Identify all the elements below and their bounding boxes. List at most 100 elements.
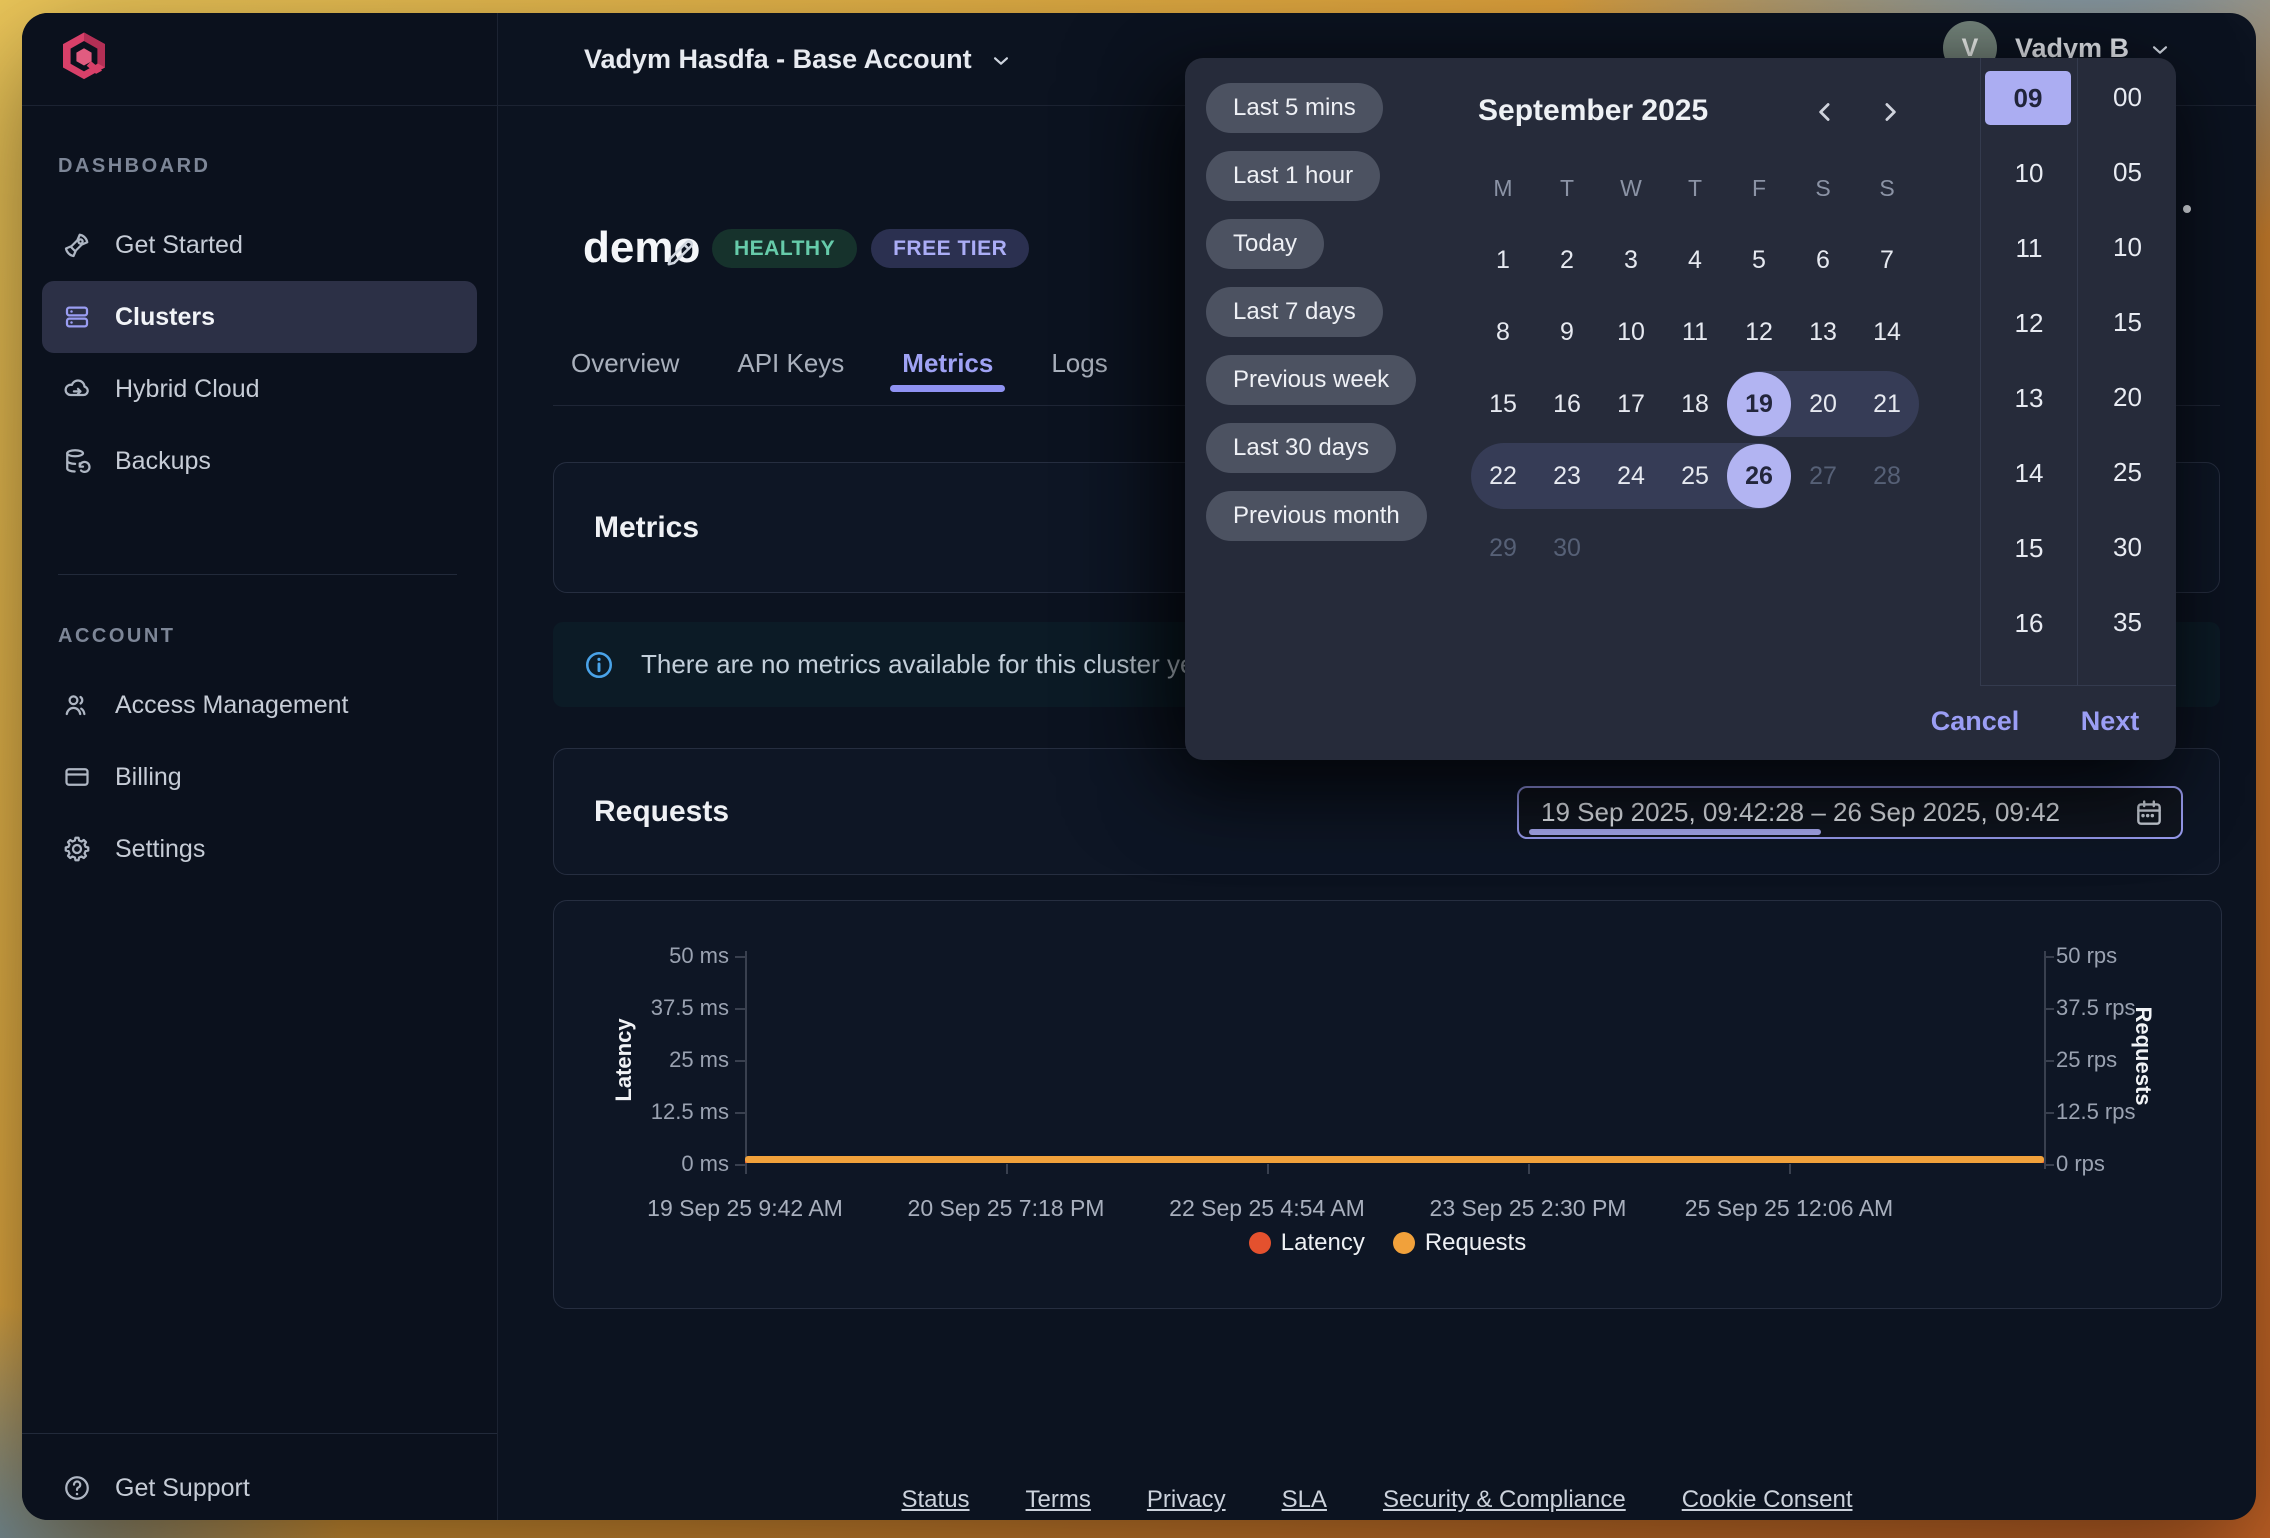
left-axis-line [745,951,747,1169]
calendar-day-1[interactable]: 1 [1471,228,1535,292]
calendar-day-15[interactable]: 15 [1471,372,1535,436]
weekday-label: T [1535,175,1599,202]
calendar-day-30[interactable]: 30 [1535,516,1599,580]
calendar-day-12[interactable]: 12 [1727,300,1791,364]
quick-range-last-5-mins[interactable]: Last 5 mins [1206,83,1383,133]
sidebar-item-settings[interactable]: Settings [42,813,477,885]
hour-option-09[interactable]: 09 [1985,71,2071,125]
calendar-day-4[interactable]: 4 [1663,228,1727,292]
tab-api-keys[interactable]: API Keys [737,348,844,379]
hour-option-14[interactable]: 14 [1981,446,2077,500]
sidebar-item-get-started[interactable]: Get Started [42,209,477,281]
chevron-down-icon [988,48,1014,74]
y-left-tick [735,1164,745,1166]
y-right-tick [2044,1112,2054,1114]
account-switcher[interactable]: Vadym Hasdfa - Base Account [584,13,1014,105]
quick-range-previous-week[interactable]: Previous week [1206,355,1416,405]
hybrid-cloud-icon [62,374,92,404]
y-right-axis-title: Requests [2130,986,2156,1126]
minute-option-20[interactable]: 20 [2078,370,2176,424]
calendar-day-21[interactable]: 21 [1855,372,1919,436]
alert-text: There are no metrics available for this … [641,649,1202,680]
minute-option-00[interactable]: 00 [2078,70,2176,124]
calendar-day-6[interactable]: 6 [1791,228,1855,292]
calendar-day-9[interactable]: 9 [1535,300,1599,364]
calendar-day-8[interactable]: 8 [1471,300,1535,364]
hour-option-11[interactable]: 11 [1981,221,2077,275]
sidebar-item-access-management[interactable]: Access Management [42,669,477,741]
calendar-day-26[interactable]: 26 [1727,444,1791,508]
sidebar-section: DASHBOARD [22,155,497,178]
hour-option-10[interactable]: 10 [1981,146,2077,200]
calendar-day-23[interactable]: 23 [1535,444,1599,508]
date-range-input[interactable]: 19 Sep 2025, 09:42:28 – 26 Sep 2025, 09:… [1517,786,2183,839]
calendar-day-10[interactable]: 10 [1599,300,1663,364]
calendar-day-16[interactable]: 16 [1535,372,1599,436]
calendar-day-3[interactable]: 3 [1599,228,1663,292]
calendar-day-7[interactable]: 7 [1855,228,1919,292]
hour-option-17[interactable]: 17 [1981,671,2077,685]
sidebar-item-label: Billing [115,763,182,792]
sidebar-item-label: Clusters [115,303,215,332]
sidebar-divider [58,574,457,575]
calendar-day-19[interactable]: 19 [1727,372,1791,436]
y-left-tick [735,1060,745,1062]
footer-link-status[interactable]: Status [902,1486,970,1514]
next-button[interactable]: Next [2065,706,2155,737]
footer-link-sla[interactable]: SLA [1282,1486,1327,1514]
calendar-day-13[interactable]: 13 [1791,300,1855,364]
hour-option-15[interactable]: 15 [1981,521,2077,575]
sidebar-item-backups[interactable]: Backups [42,425,477,497]
footer-link-privacy[interactable]: Privacy [1147,1486,1226,1514]
calendar-day-18[interactable]: 18 [1663,372,1727,436]
quick-range-today[interactable]: Today [1206,219,1324,269]
footer-link-security-compliance[interactable]: Security & Compliance [1383,1486,1626,1514]
sidebar-item-list: Get Started Clusters Hybrid CloudBackups [42,209,477,497]
hour-option-13[interactable]: 13 [1981,371,2077,425]
calendar-next-month-button[interactable] [1870,92,1910,132]
sidebar-item-clusters[interactable]: Clusters [42,281,477,353]
cancel-button[interactable]: Cancel [1925,706,2025,737]
hour-option-16[interactable]: 16 [1981,596,2077,650]
quick-range-last-7-days[interactable]: Last 7 days [1206,287,1383,337]
badges: HEALTHY FREE TIER [712,229,1029,268]
sidebar-item-billing[interactable]: Billing [42,741,477,813]
edit-cluster-name-button[interactable] [662,235,698,271]
calendar-day-11[interactable]: 11 [1663,300,1727,364]
hour-option-12[interactable]: 12 [1981,296,2077,350]
calendar-day-24[interactable]: 24 [1599,444,1663,508]
quick-range-last-1-hour[interactable]: Last 1 hour [1206,151,1380,201]
footer-link-terms[interactable]: Terms [1026,1486,1091,1514]
calendar-day-17[interactable]: 17 [1599,372,1663,436]
calendar-day-22[interactable]: 22 [1471,444,1535,508]
calendar-day-20[interactable]: 20 [1791,372,1855,436]
minute-option-25[interactable]: 25 [2078,445,2176,499]
minute-option-15[interactable]: 15 [2078,295,2176,349]
calendar-day-5[interactable]: 5 [1727,228,1791,292]
minute-option-05[interactable]: 05 [2078,145,2176,199]
tab-metrics[interactable]: Metrics [902,348,993,379]
calendar-prev-month-button[interactable] [1805,92,1845,132]
minute-option-35[interactable]: 35 [2078,595,2176,649]
calendar-day-25[interactable]: 25 [1663,444,1727,508]
minute-option-10[interactable]: 10 [2078,220,2176,274]
minute-option-30[interactable]: 30 [2078,520,2176,574]
quick-range-last-30-days[interactable]: Last 30 days [1206,423,1396,473]
sidebar-item-hybrid-cloud[interactable]: Hybrid Cloud [42,353,477,425]
legend-item-requests: Requests [1393,1229,1526,1257]
gear-icon [62,834,92,864]
quick-range-previous-month[interactable]: Previous month [1206,491,1427,541]
tab-logs[interactable]: Logs [1051,348,1107,379]
y-left-tick [735,1008,745,1010]
footer-link-cookie-consent[interactable]: Cookie Consent [1682,1486,1853,1514]
sidebar-item-label: Get Started [115,231,243,260]
calendar-day-29[interactable]: 29 [1471,516,1535,580]
minute-option-40[interactable]: 40 [2078,670,2176,685]
sidebar-item-get-support[interactable]: Get Support [42,1452,477,1520]
tab-overview[interactable]: Overview [571,348,679,379]
calendar-day-27[interactable]: 27 [1791,444,1855,508]
calendar-day-2[interactable]: 2 [1535,228,1599,292]
calendar-day-14[interactable]: 14 [1855,300,1919,364]
y-left-tick-label: 50 ms [554,943,729,969]
calendar-day-28[interactable]: 28 [1855,444,1919,508]
